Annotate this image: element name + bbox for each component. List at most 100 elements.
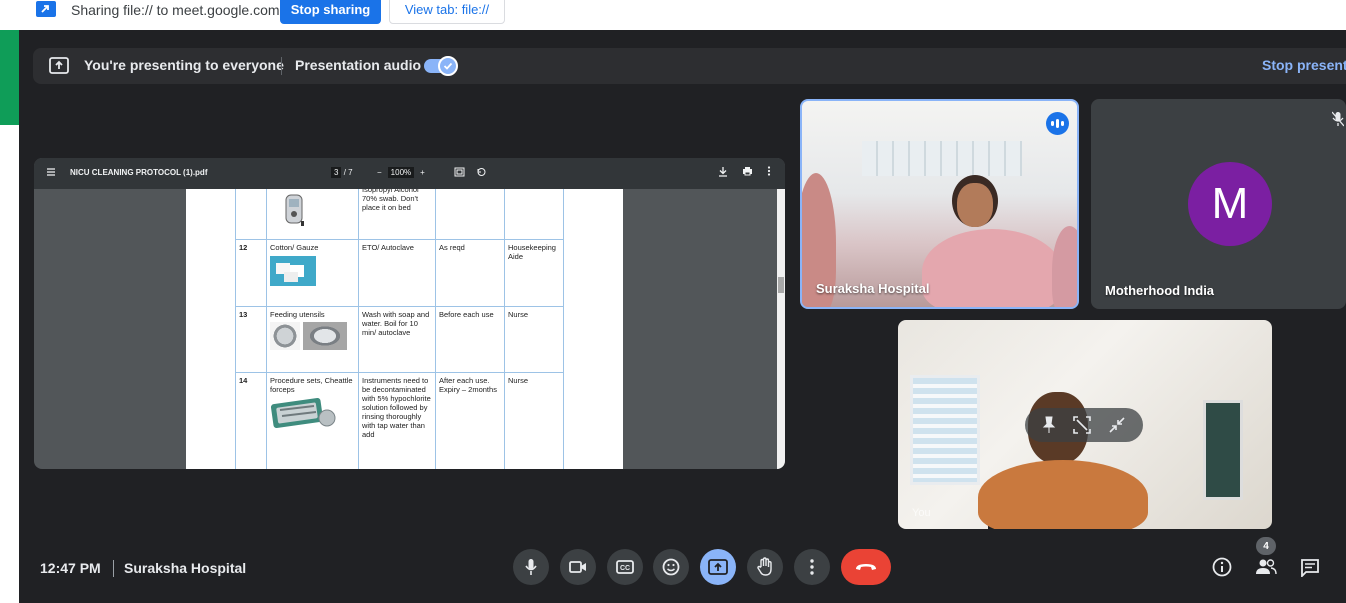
row-number: 13: [235, 306, 267, 373]
table-cell: [266, 189, 359, 240]
frame-icon[interactable]: [1073, 416, 1091, 434]
feeding-utensils-image: [270, 322, 355, 350]
info-icon: [1212, 557, 1232, 577]
responsible-cell: Nurse: [504, 372, 564, 469]
chat-icon: [1301, 558, 1319, 577]
emoji-icon: [662, 558, 680, 576]
pdf-view-tools: [454, 167, 487, 180]
pdf-zoom-value[interactable]: 100%: [387, 167, 415, 178]
protocol-table: Isopropyl Alcohol 70% swab. Don't place …: [235, 189, 564, 469]
speaking-indicator-icon: [1046, 112, 1069, 135]
meeting-details-button[interactable]: [1210, 555, 1234, 579]
responsible-cell: Nurse: [504, 306, 564, 373]
reactions-button[interactable]: [653, 549, 689, 585]
leave-call-button[interactable]: [841, 549, 891, 585]
participant-name: Motherhood India: [1105, 283, 1215, 298]
fit-page-icon[interactable]: [454, 167, 465, 177]
print-icon[interactable]: [742, 166, 753, 176]
row-number: 12: [235, 239, 267, 307]
more-vert-icon[interactable]: [767, 166, 771, 176]
camera-icon: [569, 561, 586, 573]
raise-hand-icon: [757, 557, 772, 576]
pdf-scrollbar-thumb[interactable]: [778, 277, 784, 293]
banner-divider: [281, 57, 282, 75]
participant-name: You: [912, 507, 931, 519]
zoom-in-icon[interactable]: +: [420, 168, 425, 177]
stop-presenting-button[interactable]: Stop presenting: [1262, 57, 1346, 73]
participant-tile-motherhood[interactable]: M Motherhood India: [1091, 99, 1346, 309]
table-cell: Procedure sets, Cheattle forceps: [266, 372, 359, 469]
method-cell: Wash with soap and water. Boil for 10 mi…: [358, 306, 436, 373]
left-edge-strip: [0, 30, 19, 125]
row-number: 14: [235, 372, 267, 469]
avatar: M: [1188, 162, 1272, 246]
presenting-status-text: You're presenting to everyone: [84, 57, 284, 73]
stop-sharing-button[interactable]: Stop sharing: [280, 0, 381, 24]
meeting-name: Suraksha Hospital: [124, 560, 247, 576]
people-count-badge: 4: [1256, 537, 1276, 555]
table-row: Isopropyl Alcohol 70% swab. Don't place …: [235, 189, 564, 240]
more-options-button[interactable]: [794, 549, 830, 585]
table-row: 13 Feeding utensils Wash with soap and w…: [235, 306, 564, 373]
frequency-cell: Before each use: [435, 306, 505, 373]
present-now-button[interactable]: [700, 549, 736, 585]
self-view-tile[interactable]: You: [898, 320, 1272, 529]
item-name: Feeding utensils: [270, 310, 325, 319]
cotton-gauze-image: [270, 256, 316, 286]
pdf-toolbar: NICU CLEANING PROTOCOL (1).pdf 3 / 7 − 1…: [34, 158, 785, 189]
frequency-cell: As reqd: [435, 239, 505, 307]
glucometer-image: [285, 194, 304, 226]
check-icon: [438, 56, 458, 76]
sharing-status-text: Sharing file:// to meet.google.com: [71, 2, 280, 18]
camera-button[interactable]: [560, 549, 596, 585]
presenting-banner: You're presenting to everyone Presentati…: [33, 48, 1346, 84]
present-now-icon: [708, 559, 728, 575]
meet-window: You're presenting to everyone Presentati…: [19, 30, 1346, 603]
captions-button[interactable]: CC: [607, 549, 643, 585]
download-icon[interactable]: [718, 166, 728, 177]
table-cell: [435, 189, 505, 240]
people-icon: [1256, 559, 1277, 575]
more-options-icon: [810, 559, 814, 575]
responsible-cell: Housekeeping Aide: [504, 239, 564, 307]
pdf-page-input[interactable]: 3: [331, 167, 342, 178]
pdf-zoom-controls: − 100% +: [377, 167, 425, 178]
table-cell: [504, 189, 564, 240]
table-row: 14 Procedure sets, Cheattle forceps Inst…: [235, 372, 564, 469]
pdf-page-total: 7: [348, 168, 353, 177]
table-cell: Feeding utensils: [266, 306, 359, 373]
view-tab-button[interactable]: View tab: file://: [389, 0, 505, 24]
self-view-controls: [1025, 408, 1143, 442]
table-cell: Cotton/ Gauze: [266, 239, 359, 307]
presentation-audio-toggle[interactable]: [424, 56, 458, 76]
procedure-set-image: [270, 398, 336, 428]
rotate-icon[interactable]: [476, 167, 487, 177]
chat-button[interactable]: [1298, 555, 1322, 579]
present-icon: [49, 57, 69, 74]
share-icon: [36, 1, 56, 17]
pdf-title: NICU CLEANING PROTOCOL (1).pdf: [70, 168, 208, 177]
participant-name: Suraksha Hospital: [816, 281, 930, 296]
presented-pdf-viewer: NICU CLEANING PROTOCOL (1).pdf 3 / 7 − 1…: [34, 158, 785, 469]
zoom-out-icon[interactable]: −: [377, 168, 382, 177]
item-name: Cotton/ Gauze: [270, 243, 319, 252]
table-row: 12 Cotton/ Gauze ETO/ Autoclave As reqd …: [235, 239, 564, 307]
pin-icon[interactable]: [1042, 416, 1056, 434]
microphone-button[interactable]: [513, 549, 549, 585]
table-cell: Isopropyl Alcohol 70% swab. Don't place …: [358, 189, 436, 240]
participant-tile-suraksha[interactable]: Suraksha Hospital: [800, 99, 1079, 309]
presentation-audio-label: Presentation audio: [295, 57, 422, 73]
method-cell: ETO/ Autoclave: [358, 239, 436, 307]
raise-hand-button[interactable]: [747, 549, 783, 585]
chrome-sharing-bar: Sharing file:// to meet.google.com Stop …: [0, 0, 1346, 30]
method-cell: Instruments need to be decontaminated wi…: [358, 372, 436, 469]
people-button[interactable]: [1254, 555, 1278, 579]
minimize-icon[interactable]: [1108, 416, 1126, 434]
pdf-scrollbar[interactable]: [777, 189, 785, 469]
menu-icon[interactable]: [46, 167, 56, 177]
end-call-icon: [856, 564, 876, 570]
item-name: Procedure sets, Cheattle forceps: [270, 376, 353, 394]
table-cell: [235, 189, 267, 240]
mic-icon: [525, 559, 537, 575]
time-divider: [113, 560, 114, 577]
